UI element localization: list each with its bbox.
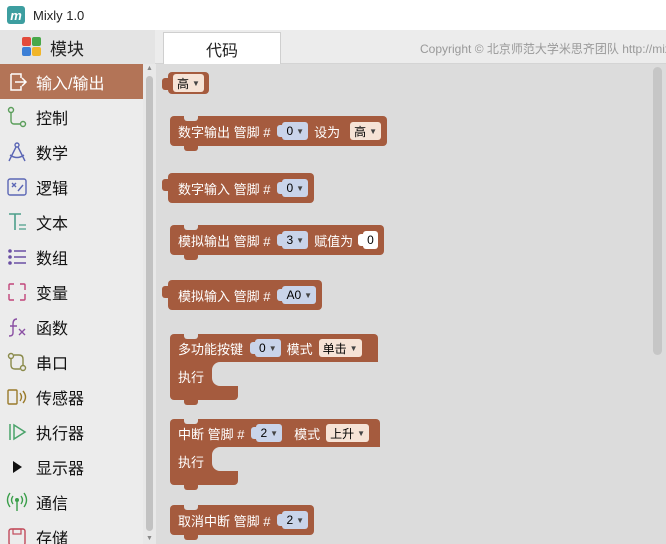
category-label: 变量 [36,285,69,303]
block-workspace[interactable]: 高 ▼ 数字输出 管脚 # 0 ▼ 设为 高 ▼ 数字输入 管脚 # 0 ▼ 模拟输出 … [156,64,650,544]
pin-dropdown[interactable]: 2 ▼ [277,511,309,529]
statement-slot[interactable] [212,447,238,471]
category-label: 逻辑 [36,180,69,198]
display-icon [4,454,30,480]
detach-interrupt-block[interactable]: 取消中断 管脚 # 2 ▼ [170,505,315,540]
text-icon [4,209,30,235]
pin-dropdown[interactable]: 0 ▼ [277,179,309,197]
interrupt-block[interactable]: 中断 管脚 # 2 ▼ 模式 上升 ▼ 执行 [170,419,380,491]
category-label: 执行器 [36,425,85,443]
function-icon [4,314,30,340]
category-io[interactable]: 输入/输出 [0,64,143,99]
category-actuator[interactable]: 执行器 [0,414,143,449]
block-label: 模拟输入 管脚 # [178,288,271,304]
analog-read-block[interactable]: 模拟输入 管脚 # A0 ▼ [161,280,323,310]
pin-dropdown[interactable]: 0 ▼ [250,339,281,357]
block-label: 数字输入 管脚 # [178,181,271,197]
communication-icon [4,489,30,515]
workspace-scrollbar[interactable] [650,64,666,544]
block-label: 执行 [178,455,205,470]
digital-read-block[interactable]: 数字输入 管脚 # 0 ▼ [161,173,315,203]
sidebar-scrollbar[interactable]: ▲ ▼ [143,64,156,544]
title-bar: m Mixly 1.0 [0,0,666,30]
category-label: 输入/输出 [36,75,105,93]
category-label: 串口 [36,355,69,373]
block-label: 模式 [286,341,313,357]
modules-label: 模块 [50,39,84,59]
category-sidebar: 输入/输出 控制 数学 逻辑 文本 数组 变量 函数 串口 传感器 执行器 显示… [0,64,143,544]
category-label: 控制 [36,110,69,128]
actuator-icon [4,419,30,445]
category-label: 显示器 [36,460,85,478]
modules-tab[interactable]: 模块 [0,30,155,64]
category-logic[interactable]: 逻辑 [0,169,143,204]
block-label: 取消中断 管脚 # [178,513,271,529]
code-tab[interactable]: 代码 [163,32,281,64]
category-display[interactable]: 显示器 [0,449,143,484]
control-icon [4,104,30,130]
window-title: Mixly 1.0 [33,7,85,23]
sensor-icon [4,384,30,410]
list-icon [4,244,30,270]
analog-write-block[interactable]: 模拟输出 管脚 # 3 ▼ 赋值为 0 [170,225,384,260]
pin-dropdown[interactable]: 0 ▼ [277,122,309,140]
mode-dropdown[interactable]: 单击 ▼ [318,339,362,357]
category-label: 文本 [36,215,69,233]
scroll-down-icon[interactable]: ▼ [145,535,154,543]
digital-write-block[interactable]: 数字输出 管脚 # 0 ▼ 设为 高 ▼ [170,116,388,151]
category-label: 存储 [36,530,69,544]
pin-dropdown[interactable]: A0 ▼ [277,286,317,304]
storage-icon [4,524,30,544]
level-dropdown[interactable]: 高 ▼ [350,122,382,140]
category-text[interactable]: 文本 [0,204,143,239]
pin-dropdown[interactable]: 2 ▼ [251,424,283,442]
category-function[interactable]: 函数 [0,309,143,344]
copyright-text: Copyright © 北京师范大学米思齐团队 http://mixly.org [420,42,666,56]
sidebar-scroll-thumb[interactable] [146,76,153,531]
category-list[interactable]: 数组 [0,239,143,274]
mode-dropdown[interactable]: 上升 ▼ [326,424,370,442]
statement-slot[interactable] [212,362,238,386]
mixly-logo-icon: m [7,6,25,24]
category-label: 函数 [36,320,69,338]
math-compass-icon [4,139,30,165]
category-communication[interactable]: 通信 [0,484,143,519]
variable-icon [4,279,30,305]
block-label: 数字输出 管脚 # [178,124,271,140]
block-label: 执行 [178,370,205,385]
header-bar: 模块 代码 Copyright © 北京师范大学米思齐团队 http://mix… [0,30,666,64]
io-icon [4,69,30,95]
category-serial[interactable]: 串口 [0,344,143,379]
category-label: 数学 [36,145,69,163]
block-label: 赋值为 [314,233,354,249]
high-dropdown[interactable]: 高 ▼ [173,74,204,92]
serial-icon [4,349,30,375]
category-sensor[interactable]: 传感器 [0,379,143,414]
value-input[interactable]: 0 [358,231,378,249]
block-label: 多功能按键 [178,341,244,357]
block-label: 模式 [294,426,321,442]
button-event-block[interactable]: 多功能按键 0 ▼ 模式 单击 ▼ 执行 [170,334,378,406]
puzzle-icon [22,37,42,57]
category-label: 通信 [36,495,69,513]
block-label: 设为 [314,124,341,140]
pin-dropdown[interactable]: 3 ▼ [277,231,309,249]
category-variable[interactable]: 变量 [0,274,143,309]
block-label: 中断 管脚 # [178,426,245,442]
scroll-up-icon[interactable]: ▲ [145,65,154,73]
category-storage[interactable]: 存储 [0,519,143,544]
category-control[interactable]: 控制 [0,99,143,134]
high-block[interactable]: 高 ▼ [162,72,209,94]
category-math[interactable]: 数学 [0,134,143,169]
block-label: 模拟输出 管脚 # [178,233,271,249]
category-label: 数组 [36,250,69,268]
logic-icon [4,174,30,200]
workspace-scroll-thumb[interactable] [653,67,662,355]
category-label: 传感器 [36,390,85,408]
